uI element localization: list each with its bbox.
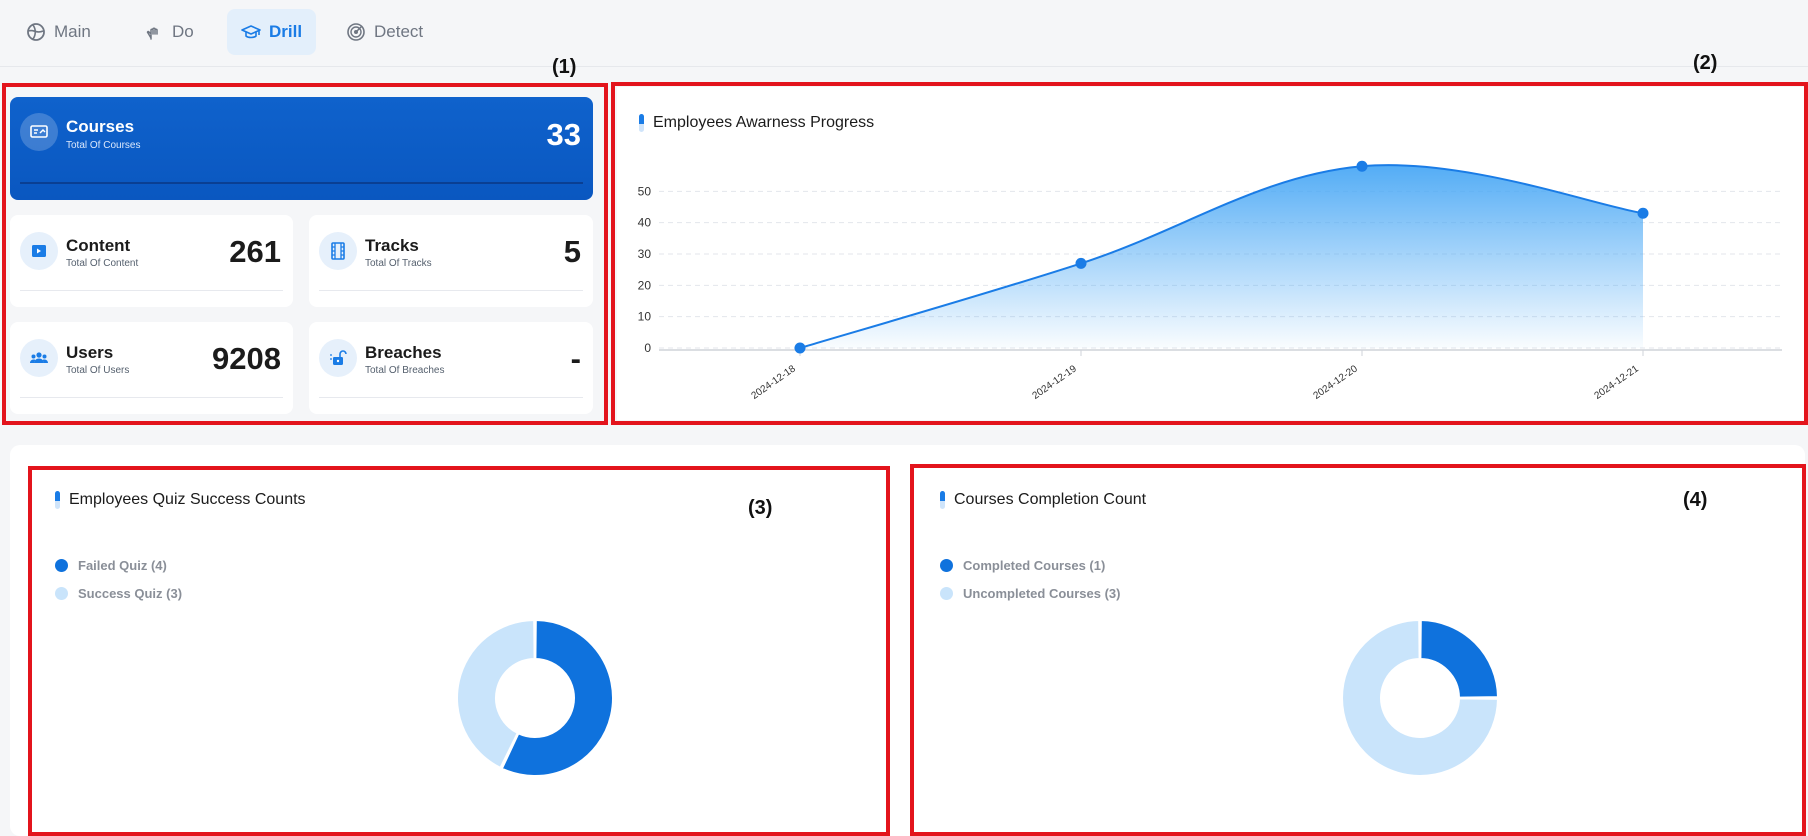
hand-icon: [146, 27, 158, 40]
annotation-frame-3: [28, 466, 890, 836]
nav-divider: [0, 66, 1808, 67]
tab-detect-label: Detect: [374, 22, 424, 41]
annotation-frame-2: [611, 82, 1808, 425]
annotation-frame-1: [2, 83, 608, 425]
radar-icon: [347, 23, 365, 41]
annotation-frame-4: [910, 464, 1806, 836]
marker-4: (4): [1683, 489, 1708, 511]
marker-3: (3): [748, 497, 773, 519]
marker-2: (2): [1693, 52, 1718, 74]
tab-do-label: Do: [172, 22, 194, 41]
globe-icon: [27, 23, 45, 41]
graduation-cap-icon: [241, 25, 261, 39]
marker-1: (1): [552, 56, 577, 78]
top-nav: Main Do Drill Detect: [0, 0, 1808, 60]
tab-drill-label: Drill: [269, 22, 303, 41]
tab-drill[interactable]: Drill: [227, 9, 317, 55]
tab-main[interactable]: Main: [12, 9, 105, 55]
tab-main-label: Main: [54, 22, 91, 41]
tab-do[interactable]: Do: [130, 9, 208, 55]
tab-detect[interactable]: Detect: [332, 9, 437, 55]
